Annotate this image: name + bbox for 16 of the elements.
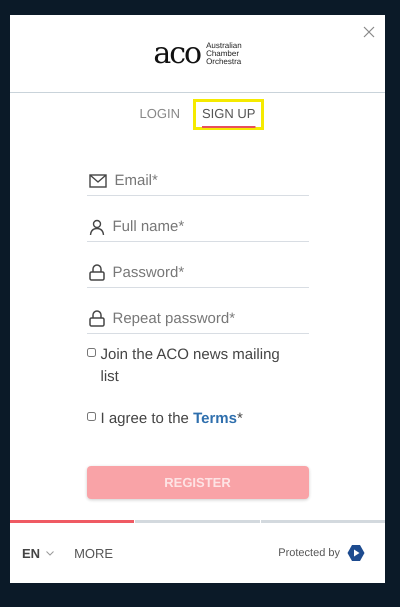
tab[interactable]: SIGN UP bbox=[193, 99, 264, 130]
envelope-icon bbox=[88, 174, 106, 188]
checkbox-label: Join the ACO news mailing list bbox=[100, 345, 281, 387]
more-button[interactable]: MORE bbox=[74, 546, 114, 560]
protected-by-label: Protected by bbox=[278, 547, 340, 559]
person-icon bbox=[88, 218, 104, 234]
tab[interactable]: LOGIN bbox=[130, 99, 189, 130]
checkbox-label: I agree to the Terms* bbox=[100, 409, 244, 429]
close-icon[interactable] bbox=[363, 26, 375, 38]
checkbox[interactable] bbox=[86, 348, 96, 357]
checkbox[interactable] bbox=[86, 412, 96, 421]
lock-icon bbox=[88, 310, 104, 327]
language-selector[interactable]: EN bbox=[22, 546, 54, 560]
hexagon-play-icon bbox=[347, 544, 365, 562]
lock-icon bbox=[88, 264, 104, 281]
caret-icon bbox=[46, 550, 54, 556]
